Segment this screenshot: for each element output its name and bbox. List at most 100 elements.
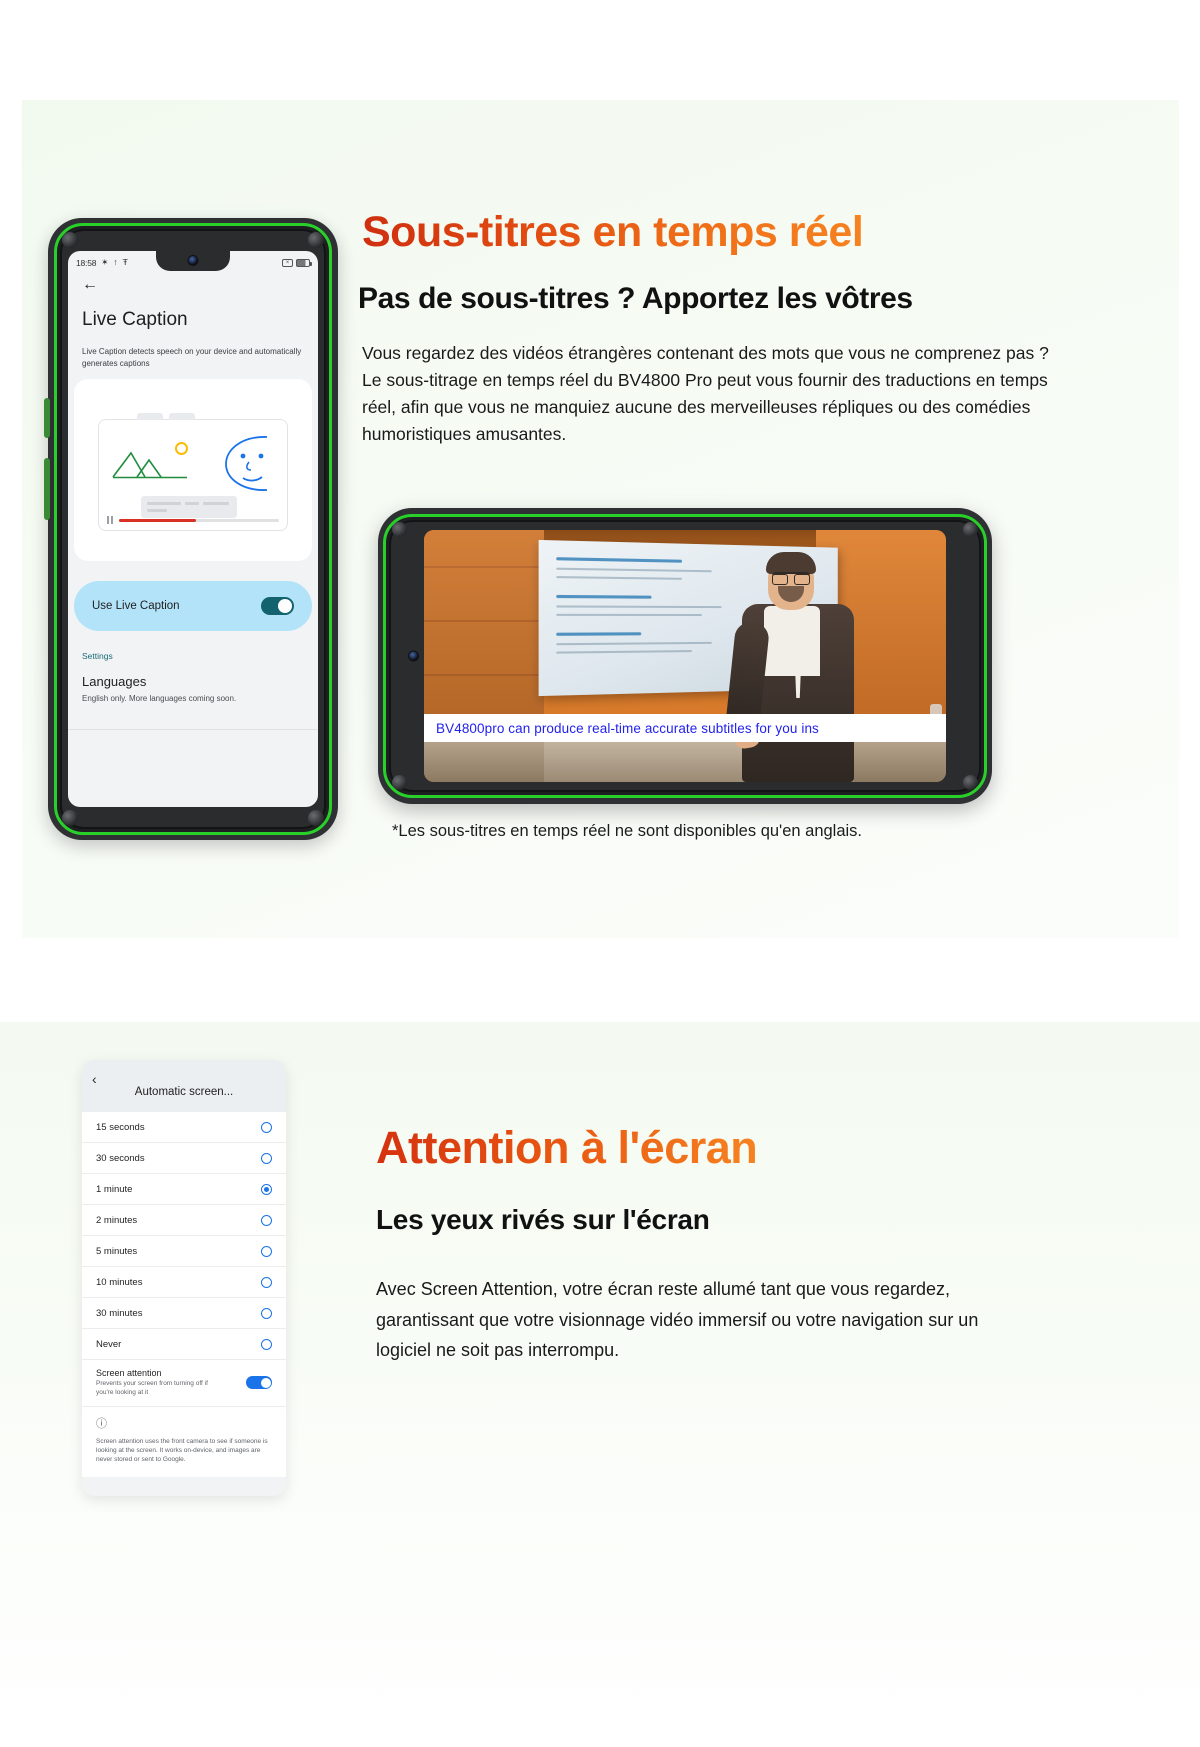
screen-attention-footer: ⓘ Screen attention uses the front camera… — [82, 1407, 286, 1477]
video-progress-row[interactable] — [107, 516, 279, 524]
toggle-knob — [261, 1378, 271, 1388]
progress-fill — [119, 519, 196, 522]
option-label: 1 minute — [96, 1184, 132, 1195]
lecture-photo — [424, 530, 946, 782]
bolt-icon — [392, 775, 407, 790]
use-live-caption-label: Use Live Caption — [92, 600, 180, 612]
page-title: Live Caption — [82, 309, 188, 331]
radio-button[interactable] — [261, 1277, 272, 1288]
option-label: 30 minutes — [96, 1308, 142, 1319]
list-item[interactable]: 2 minutes — [82, 1205, 286, 1236]
phone-screen-timeout-settings: ‹ Automatic screen... 15 seconds 30 seco… — [82, 1060, 286, 1496]
caption-placeholder — [141, 496, 237, 518]
power-button[interactable] — [44, 458, 50, 520]
bolt-icon — [62, 232, 78, 248]
bluetooth-icon: ✶ — [101, 258, 108, 267]
close-icon: × — [282, 259, 293, 267]
volume-button[interactable] — [44, 398, 50, 438]
progress-bar[interactable] — [119, 519, 279, 522]
bolt-icon — [62, 810, 78, 826]
list-item[interactable]: 30 seconds — [82, 1143, 286, 1174]
option-label: 2 minutes — [96, 1215, 137, 1226]
section-two-heading: Attention à l'écran — [376, 1122, 757, 1174]
list-item[interactable]: 10 minutes — [82, 1267, 286, 1298]
screen-attention-row[interactable]: Screen attention Prevents your screen fr… — [82, 1360, 286, 1407]
radio-button[interactable] — [261, 1246, 272, 1257]
languages-subtitle: English only. More languages coming soon… — [82, 694, 304, 703]
screen-attention-text: Screen attention Prevents your screen fr… — [96, 1368, 226, 1398]
video-illustration — [98, 419, 288, 531]
option-label: Never — [96, 1339, 121, 1350]
languages-title[interactable]: Languages — [82, 674, 146, 689]
glasses-icon — [772, 572, 810, 581]
subtitle-text: BV4800pro can produce real-time accurate… — [436, 721, 819, 736]
list-item[interactable]: 30 minutes — [82, 1298, 286, 1329]
toggle-knob — [278, 599, 292, 613]
tab-shape — [169, 413, 195, 420]
shirt — [764, 606, 820, 676]
option-label: 15 seconds — [96, 1122, 145, 1133]
hair — [766, 552, 816, 574]
radio-button[interactable] — [261, 1153, 272, 1164]
front-camera-icon — [408, 651, 419, 662]
tab-shape — [137, 413, 163, 420]
section-live-caption: 18:58 ✶ ↑ Ŧ × ← Live Caption Live Captio… — [0, 0, 1200, 1000]
screen-attention-title: Screen attention — [96, 1368, 226, 1378]
phone-screen: BV4800pro can produce real-time accurate… — [424, 530, 946, 782]
screen-attention-subtitle: Prevents your screen from turning off if… — [96, 1380, 226, 1398]
divider — [68, 729, 318, 730]
radio-button[interactable] — [261, 1339, 272, 1350]
option-label: 5 minutes — [96, 1246, 137, 1257]
page-description: Live Caption detects speech on your devi… — [82, 346, 304, 369]
bolt-icon — [963, 522, 978, 537]
face-icon — [223, 434, 271, 494]
section-two-subheading: Les yeux rivés sur l'écran — [376, 1204, 710, 1236]
settings-header: ‹ Automatic screen... — [82, 1060, 286, 1112]
screen-attention-toggle[interactable] — [246, 1376, 272, 1389]
section-divider — [0, 1000, 1200, 1022]
subtitle-bar: BV4800pro can produce real-time accurate… — [424, 714, 946, 742]
list-item[interactable]: 15 seconds — [82, 1112, 286, 1143]
settings-header-title: Automatic screen... — [82, 1086, 286, 1098]
bolt-icon — [963, 775, 978, 790]
list-item[interactable]: Never — [82, 1329, 286, 1360]
section-two-body: Avec Screen Attention, votre écran reste… — [376, 1274, 1006, 1366]
section-one-body: Vous regardez des vidéos étrangères cont… — [362, 340, 1052, 449]
upload-icon: ↑ — [113, 258, 117, 267]
battery-icon — [296, 259, 310, 267]
section-one-footnote: *Les sous-titres en temps réel ne sont d… — [392, 822, 1032, 841]
section-one-subheading: Pas de sous-titres ? Apportez les vôtres — [358, 282, 913, 316]
footer-text: Screen attention uses the front camera t… — [96, 1437, 272, 1465]
speaker-person — [724, 552, 874, 782]
back-button[interactable]: ← — [82, 277, 98, 293]
section-screen-attention: ‹ Automatic screen... 15 seconds 30 seco… — [0, 1022, 1200, 1747]
bolt-icon — [308, 810, 324, 826]
radio-button-selected[interactable] — [261, 1184, 272, 1195]
phone-video-subtitles: BV4800pro can produce real-time accurate… — [378, 508, 992, 804]
phone-screen: 18:58 ✶ ↑ Ŧ × ← Live Caption Live Captio… — [68, 251, 318, 807]
accessibility-icon: Ŧ — [123, 258, 128, 267]
timeout-options-list: 15 seconds 30 seconds 1 minute 2 minutes… — [82, 1112, 286, 1360]
bolt-icon — [308, 232, 324, 248]
radio-button[interactable] — [261, 1122, 272, 1133]
list-item[interactable]: 1 minute — [82, 1174, 286, 1205]
status-right-icons: × — [282, 259, 310, 267]
use-live-caption-row[interactable]: Use Live Caption — [74, 581, 312, 631]
list-item[interactable]: 5 minutes — [82, 1236, 286, 1267]
pause-icon[interactable] — [107, 516, 113, 524]
info-icon: ⓘ — [96, 1415, 272, 1431]
radio-button[interactable] — [261, 1215, 272, 1226]
illustration-card — [74, 379, 312, 561]
bolt-icon — [392, 522, 407, 537]
option-label: 10 minutes — [96, 1277, 142, 1288]
section-one-heading: Sous-titres en temps réel — [362, 208, 863, 257]
status-time: 18:58 — [76, 258, 96, 268]
back-button[interactable]: ‹ — [92, 1072, 97, 1086]
radio-button[interactable] — [261, 1308, 272, 1319]
sun-icon — [175, 442, 188, 455]
status-bar: 18:58 ✶ ↑ Ŧ × — [68, 254, 318, 271]
phone-live-caption: 18:58 ✶ ↑ Ŧ × ← Live Caption Live Captio… — [48, 218, 338, 840]
use-live-caption-toggle[interactable] — [261, 597, 294, 615]
settings-section-label: Settings — [82, 651, 113, 661]
option-label: 30 seconds — [96, 1153, 145, 1164]
